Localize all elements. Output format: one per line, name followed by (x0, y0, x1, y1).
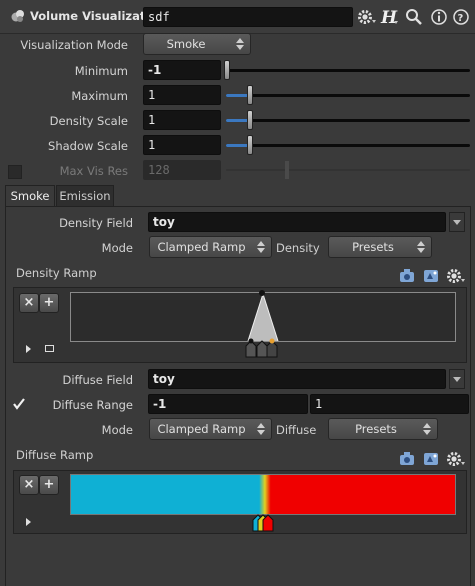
density-ramp-top-point[interactable] (259, 290, 265, 296)
info-icon[interactable] (430, 8, 448, 26)
dropdown-arrows-icon (423, 422, 431, 436)
viz-mode-value: Smoke (166, 37, 206, 51)
density-ramp-frame-icon[interactable] (45, 345, 54, 352)
diffuse-ramp-expand-icon[interactable] (26, 518, 31, 526)
tab-emission[interactable]: Emission (56, 185, 114, 207)
diffuse-label: Diffuse (276, 423, 317, 437)
minimum-slider-handle[interactable] (224, 60, 230, 80)
ramp-gear-icon[interactable] (446, 267, 465, 285)
minimum-slider-track[interactable] (226, 69, 470, 72)
max-vis-res-slider-handle (285, 161, 289, 179)
ramp-gear-icon[interactable] (446, 450, 465, 468)
tab-emission-label: Emission (59, 189, 111, 203)
viz-mode-dropdown[interactable]: Smoke (143, 33, 251, 55)
density-field-label: Density Field (59, 216, 133, 230)
density-scale-input[interactable]: 1 (143, 110, 221, 130)
maximum-label: Maximum (71, 89, 128, 103)
density-scale-label: Density Scale (49, 114, 128, 128)
density-ramp-keys[interactable] (245, 338, 281, 358)
tab-smoke-label: Smoke (10, 189, 50, 203)
density-field-menu-button[interactable] (449, 212, 465, 232)
diffuse-ramp-color-bar[interactable] (70, 474, 456, 515)
density-scale-slider-track[interactable] (226, 119, 470, 122)
diffuse-ramp-add-button[interactable]: + (39, 475, 59, 495)
ramp-palette-icon[interactable] (423, 450, 441, 468)
density-label: Density (276, 241, 320, 255)
minimum-label: Minimum (74, 64, 128, 78)
density-ramp-graph[interactable] (70, 292, 456, 342)
density-mode-dropdown[interactable]: Clamped Ramp (149, 236, 272, 258)
houdini-help-icon[interactable]: H (380, 7, 398, 28)
density-presets-dropdown[interactable]: Presets (328, 236, 432, 258)
maximum-slider-track[interactable] (226, 94, 470, 97)
diffuse-mode-dropdown[interactable]: Clamped Ramp (149, 418, 272, 440)
density-mode-value: Clamped Ramp (157, 240, 246, 254)
density-scale-slider-handle[interactable] (247, 110, 253, 130)
density-mode-label: Mode (101, 241, 133, 255)
diffuse-range-label: Diffuse Range (52, 398, 133, 412)
shadow-scale-slider-track[interactable] (226, 144, 470, 147)
help-icon[interactable]: ? (452, 8, 470, 26)
node-type-icon (10, 8, 26, 24)
density-ramp-label: Density Ramp (16, 266, 97, 280)
diffuse-presets-dropdown[interactable]: Presets (328, 418, 438, 440)
ramp-camera-icon[interactable] (399, 450, 417, 468)
density-presets-value: Presets (352, 240, 394, 254)
shadow-scale-label: Shadow Scale (48, 139, 128, 153)
diffuse-field-input[interactable]: toy (148, 369, 446, 389)
diffuse-presets-value: Presets (355, 422, 397, 436)
max-vis-res-checkbox[interactable] (8, 165, 22, 179)
diffuse-range-min-input[interactable]: -1 (148, 394, 308, 414)
dropdown-arrows-icon (236, 37, 244, 51)
tab-smoke[interactable]: Smoke (5, 185, 55, 207)
diffuse-range-max-input[interactable]: 1 (310, 394, 469, 414)
search-icon[interactable] (405, 8, 423, 26)
dropdown-arrows-icon (417, 240, 425, 254)
maximum-slider-handle[interactable] (247, 85, 253, 105)
dropdown-arrows-icon (257, 240, 265, 254)
density-ramp-expand-icon[interactable] (26, 345, 31, 353)
density-field-input[interactable]: toy (148, 212, 446, 232)
shadow-scale-slider-handle[interactable] (247, 135, 253, 155)
density-ramp-add-button[interactable]: + (39, 293, 59, 313)
diffuse-mode-value: Clamped Ramp (157, 422, 246, 436)
diffuse-ramp-remove-button[interactable]: × (19, 475, 39, 495)
maximum-input[interactable]: 1 (143, 85, 221, 105)
node-name-input[interactable]: sdf (143, 7, 353, 27)
ramp-palette-icon[interactable] (423, 267, 441, 285)
viz-mode-label: Visualization Mode (20, 38, 128, 52)
max-vis-res-slider-track (226, 169, 470, 171)
ramp-camera-icon[interactable] (399, 267, 417, 285)
max-vis-res-input[interactable]: 128 (143, 160, 221, 180)
diffuse-mode-label: Mode (101, 423, 133, 437)
diffuse-field-menu-button[interactable] (449, 369, 465, 389)
dropdown-arrows-icon (257, 422, 265, 436)
diffuse-ramp-label: Diffuse Ramp (16, 448, 94, 462)
diffuse-ramp-keys[interactable] (252, 512, 276, 532)
diffuse-field-label: Diffuse Field (62, 373, 133, 387)
diffuse-range-checkbox[interactable] (12, 397, 26, 411)
gear-icon[interactable] (357, 8, 376, 26)
max-vis-res-label: Max Vis Res (59, 164, 128, 178)
density-ramp-remove-button[interactable]: × (19, 293, 39, 313)
svg-text:?: ? (458, 13, 464, 24)
minimum-input[interactable]: -1 (143, 60, 221, 80)
svg-text:H: H (380, 8, 398, 27)
shadow-scale-input[interactable]: 1 (143, 135, 221, 155)
